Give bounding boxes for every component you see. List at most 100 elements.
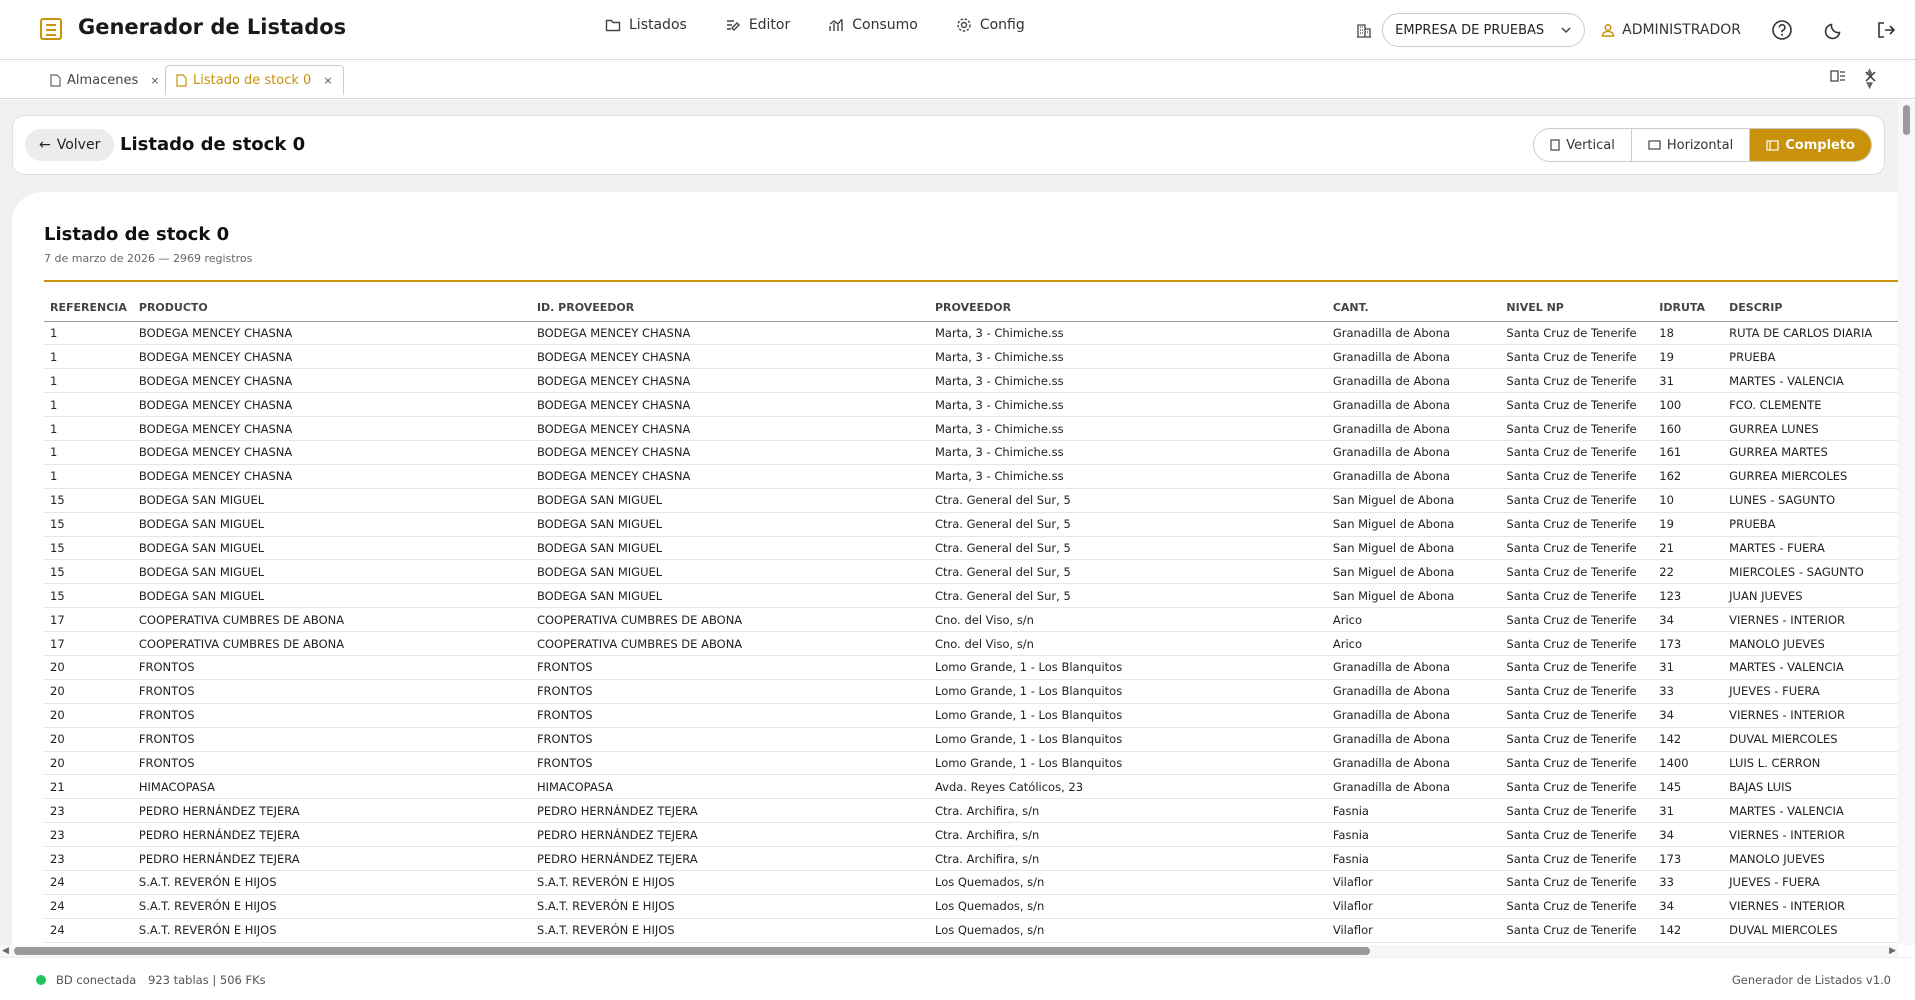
back-label: Volver xyxy=(56,137,101,153)
table-cell: LUIS L. CERRON xyxy=(1723,751,1898,776)
tab-almacenes[interactable]: Almacenes × xyxy=(40,65,170,95)
column-header[interactable]: CANT. xyxy=(1326,294,1501,322)
column-header[interactable]: NIVEL NP xyxy=(1500,294,1654,322)
column-header[interactable]: IDRUTA xyxy=(1653,294,1724,322)
table-row[interactable]: 17 COOPERATIVA CUMBRES DE ABONA COOPERATIV… xyxy=(44,631,1898,656)
view-horizontal-button[interactable]: Horizontal xyxy=(1632,129,1751,161)
table-row[interactable]: 23 PEDRO HERNÁNDEZ TEJERA PEDRO HERNÁNDEZ … xyxy=(44,822,1898,848)
view-vertical-button[interactable]: Vertical xyxy=(1534,129,1632,161)
column-header[interactable]: ID. PROVEEDOR xyxy=(530,294,929,322)
logout-button[interactable] xyxy=(1875,19,1897,41)
table-cell: Vilaflor xyxy=(1326,918,1501,943)
tab-label: Listado de stock 0 xyxy=(193,73,312,88)
vertical-scroll-thumb[interactable] xyxy=(1903,105,1910,135)
table-row[interactable]: 17 COOPERATIVA CUMBRES DE ABONA COOPERATIV… xyxy=(44,607,1898,633)
top-bar: Generador de Listados Listados Editor Co… xyxy=(0,0,1915,60)
table-row[interactable]: 21 HIMACOPASA HIMACOPASA Avda. Reyes Católi… xyxy=(44,774,1898,800)
table-cell: Ctra. Archifira, s/n xyxy=(928,798,1327,824)
table-cell: FRONTOS xyxy=(530,679,929,704)
table-cell: Santa Cruz de Tenerife xyxy=(1500,631,1654,656)
table-cell: VIERNES - INTERIOR xyxy=(1723,607,1898,633)
schema-stats: 923 tablas | 506 FKs xyxy=(148,973,266,987)
tab-close-button[interactable]: × xyxy=(150,74,159,87)
building-icon xyxy=(1357,24,1372,38)
table-cell: MARTES - VALENCIA xyxy=(1723,368,1898,394)
table-cell: 1 xyxy=(44,392,133,418)
table-row[interactable]: 20 FRONTOS FRONTOS Lomo Grande, 1 - Los Bla… xyxy=(44,751,1898,776)
horizontal-scrollbar[interactable]: ◀ ▶ xyxy=(0,945,1898,957)
table-row[interactable]: 20 FRONTOS FRONTOS Lomo Grande, 1 - Los Bla… xyxy=(44,703,1898,728)
table-cell: 1 xyxy=(44,344,133,370)
column-header[interactable]: PRODUCTO xyxy=(132,294,531,322)
table-cell: 17 xyxy=(44,607,133,633)
column-header[interactable]: REFERENCIA xyxy=(44,294,133,322)
nav-editor[interactable]: Editor xyxy=(725,17,790,33)
table-row[interactable]: 1 BODEGA MENCEY CHASNA BODEGA MENCEY CHASN… xyxy=(44,464,1898,489)
scroll-left-arrow[interactable]: ◀ xyxy=(2,946,9,956)
tab-close-button[interactable]: × xyxy=(323,74,332,87)
table-cell: 17 xyxy=(44,631,133,656)
table-cell: San Miguel de Abona xyxy=(1326,583,1501,609)
nav-config[interactable]: Config xyxy=(956,17,1025,33)
table-cell: 23 xyxy=(44,846,133,871)
help-button[interactable] xyxy=(1771,19,1793,41)
vertical-scrollbar[interactable] xyxy=(1898,100,1915,945)
table-row[interactable]: 24 S.A.T. REVERÓN E HIJOS S.A.T. REVERÓN E… xyxy=(44,918,1898,943)
nav-listados[interactable]: Listados xyxy=(605,17,687,33)
column-header[interactable]: DESCRIP xyxy=(1723,294,1898,322)
table-row[interactable]: 20 FRONTOS FRONTOS Lomo Grande, 1 - Los Bla… xyxy=(44,679,1898,704)
theme-toggle-button[interactable] xyxy=(1823,19,1845,41)
report-divider xyxy=(44,280,1898,282)
table-row[interactable]: 24 S.A.T. REVERÓN E HIJOS S.A.T. REVERÓN E… xyxy=(44,894,1898,919)
table-cell: BODEGA MENCEY CHASNA xyxy=(132,344,531,370)
tabs-bar: Almacenes × Listado de stock 0 × xyxy=(0,61,1915,99)
view-completo-button[interactable]: Completo xyxy=(1750,129,1871,161)
table-row[interactable]: 20 FRONTOS FRONTOS Lomo Grande, 1 - Los Bla… xyxy=(44,727,1898,752)
split-view-icon[interactable] xyxy=(1830,69,1846,83)
table-row[interactable]: 1 BODEGA MENCEY CHASNA BODEGA MENCEY CHASN… xyxy=(44,392,1898,418)
table-row[interactable]: 1 BODEGA MENCEY CHASNA BODEGA MENCEY CHASN… xyxy=(44,440,1898,465)
table-row[interactable]: 15 BODEGA SAN MIGUEL BODEGA SAN MIGUEL Ctra… xyxy=(44,536,1898,561)
table-row[interactable]: 1 BODEGA MENCEY CHASNA BODEGA MENCEY CHASN… xyxy=(44,344,1898,370)
table-cell: 20 xyxy=(44,679,133,704)
table-cell: BODEGA MENCEY CHASNA xyxy=(530,440,929,465)
tab-listado-stock[interactable]: Listado de stock 0 × xyxy=(165,65,344,95)
scroll-right-arrow[interactable]: ▶ xyxy=(1889,946,1896,956)
tabs-scroll-arrows[interactable]: ▲ ▼ xyxy=(1866,65,1873,93)
table-cell: 34 xyxy=(1653,607,1724,633)
back-button[interactable]: ← Volver xyxy=(25,129,115,161)
company-label: EMPRESA DE PRUEBAS xyxy=(1395,22,1545,38)
table-cell: 23 xyxy=(44,798,133,824)
table-cell: Santa Cruz de Tenerife xyxy=(1500,488,1654,513)
table-cell: FRONTOS xyxy=(530,751,929,776)
table-row[interactable]: 20 FRONTOS FRONTOS Lomo Grande, 1 - Los Bla… xyxy=(44,655,1898,680)
table-cell: DUVAL MIERCOLES xyxy=(1723,727,1898,752)
table-row[interactable]: 23 PEDRO HERNÁNDEZ TEJERA PEDRO HERNÁNDEZ … xyxy=(44,846,1898,871)
table-row[interactable]: 15 BODEGA SAN MIGUEL BODEGA SAN MIGUEL Ctra… xyxy=(44,583,1898,609)
column-header[interactable]: PROVEEDOR xyxy=(928,294,1327,322)
table-cell: COOPERATIVA CUMBRES DE ABONA xyxy=(530,607,929,633)
list-icon xyxy=(40,18,62,40)
user-menu[interactable]: ADMINISTRADOR xyxy=(1601,22,1741,38)
horizontal-scroll-thumb[interactable] xyxy=(14,947,1370,955)
table-row[interactable]: 24 S.A.T. REVERÓN E HIJOS S.A.T. REVERÓN E… xyxy=(44,870,1898,895)
table-cell: 173 xyxy=(1653,846,1724,871)
table-cell: BODEGA SAN MIGUEL xyxy=(132,583,531,609)
table-row[interactable]: 15 BODEGA SAN MIGUEL BODEGA SAN MIGUEL Ctra… xyxy=(44,512,1898,537)
table-cell: JUEVES - FUERA xyxy=(1723,870,1898,895)
table-cell: Marta, 3 - Chimiche.ss xyxy=(928,368,1327,394)
table-cell: 142 xyxy=(1653,727,1724,752)
nav-consumo[interactable]: Consumo xyxy=(828,17,918,33)
table-row[interactable]: 15 BODEGA SAN MIGUEL BODEGA SAN MIGUEL Ctra… xyxy=(44,488,1898,513)
table-row[interactable]: 15 BODEGA SAN MIGUEL BODEGA SAN MIGUEL Ctra… xyxy=(44,559,1898,585)
table-cell: PEDRO HERNÁNDEZ TEJERA xyxy=(132,798,531,824)
company-select[interactable]: EMPRESA DE PRUEBAS xyxy=(1382,13,1586,47)
table-row[interactable]: 1 BODEGA MENCEY CHASNA BODEGA MENCEY CHASN… xyxy=(44,368,1898,394)
table-cell: Santa Cruz de Tenerife xyxy=(1500,918,1654,943)
table-cell: GURREA LUNES xyxy=(1723,416,1898,441)
table-cell: BODEGA MENCEY CHASNA xyxy=(530,368,929,394)
table-row[interactable]: 1 BODEGA MENCEY CHASNA BODEGA MENCEY CHASN… xyxy=(44,321,1898,346)
table-cell: COOPERATIVA CUMBRES DE ABONA xyxy=(132,631,531,656)
table-row[interactable]: 1 BODEGA MENCEY CHASNA BODEGA MENCEY CHASN… xyxy=(44,416,1898,441)
table-row[interactable]: 23 PEDRO HERNÁNDEZ TEJERA PEDRO HERNÁNDEZ … xyxy=(44,798,1898,824)
